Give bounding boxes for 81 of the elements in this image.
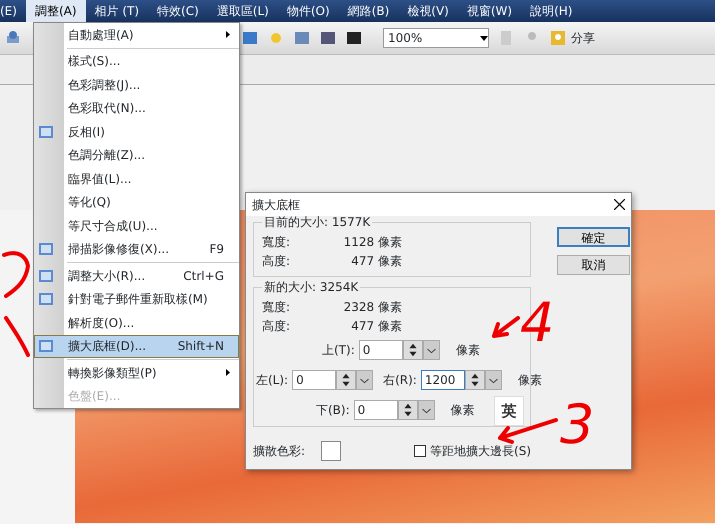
menu-item[interactable]: 等化(Q): [34, 190, 239, 214]
menu-item[interactable]: 掃描影像修復(X)... F9: [34, 238, 239, 261]
menu-item[interactable]: 轉換影像類型(P): [34, 361, 239, 384]
spinner-icon[interactable]: [464, 370, 485, 390]
menu-item[interactable]: 選取區(L): [208, 0, 278, 22]
field-label: 寬度:: [262, 298, 292, 316]
menu-item[interactable]: 針對電子郵件重新取樣(M): [34, 288, 239, 311]
menu-item[interactable]: 等尺寸合成(U)...: [34, 214, 239, 238]
menu-item[interactable]: 色彩取代(N)...: [34, 96, 239, 120]
arrow: [498, 418, 558, 444]
field-label: 擴散色彩:: [253, 443, 306, 460]
ime-indicator: 英: [494, 396, 524, 426]
menu-item[interactable]: 色彩調整(J)...: [34, 73, 239, 96]
arrow: [492, 316, 520, 338]
zoom-combo[interactable]: 100%: [383, 28, 489, 48]
shortcut-text: F9: [209, 241, 225, 258]
field-value: 477 像素: [350, 252, 402, 270]
field-value: 2328 像素: [342, 298, 402, 316]
submenu-arrow-icon: [226, 369, 230, 376]
image-icon: [38, 241, 54, 258]
spinner-icon[interactable]: [336, 370, 356, 390]
field-label: 高度:: [262, 318, 292, 334]
unit-label: 像素: [450, 402, 475, 418]
shortcut-text: Shift+N: [178, 338, 225, 356]
menu-item[interactable]: 視窗(W): [458, 0, 522, 22]
dialog-title: 擴大底框: [252, 196, 300, 214]
field-label: 右(R):: [383, 372, 417, 388]
menu-item[interactable]: (E): [0, 0, 26, 22]
field-label: 上(T):: [322, 342, 355, 358]
shortcut-text: Ctrl+G: [183, 268, 225, 285]
annotation-text: 3: [560, 398, 594, 452]
menu-item[interactable]: 網路(B): [338, 0, 398, 22]
menu-item[interactable]: 擴大底框(D)... Shift+N: [34, 334, 239, 358]
field-label: 左(L):: [256, 372, 288, 388]
menu-item[interactable]: 說明(H): [521, 0, 582, 22]
image-icon: [38, 268, 54, 284]
menu-item[interactable]: 臨界值(L)...: [34, 167, 239, 190]
dropdown-icon[interactable]: [418, 400, 435, 420]
input-field[interactable]: 1200: [420, 370, 465, 390]
color-swatch[interactable]: [321, 441, 342, 461]
scribble-mark: [2, 251, 30, 298]
scribble-mark: [4, 316, 30, 357]
field-label: 下(B):: [316, 402, 350, 418]
image-icon: [38, 338, 54, 354]
menu-item[interactable]: 物件(O): [278, 0, 339, 22]
spinner-icon[interactable]: [402, 340, 423, 360]
field-label: 寬度:: [262, 234, 292, 250]
input-field[interactable]: 0: [292, 370, 336, 390]
annotation-text: 4: [520, 296, 554, 350]
dropdown-icon[interactable]: [356, 370, 374, 390]
menu-item[interactable]: 特效(C): [148, 0, 208, 22]
unit-label: 像素: [518, 372, 542, 388]
menu-item[interactable]: 自動處理(A): [34, 23, 239, 46]
menu-item[interactable]: 樣式(S)...: [34, 50, 239, 73]
unit-label: 像素: [456, 342, 480, 358]
input-field[interactable]: 0: [354, 400, 398, 420]
field-value: 1128 像素: [342, 234, 402, 250]
menu-item[interactable]: 調整(A): [26, 0, 86, 22]
image-icon: [38, 124, 54, 140]
menu-item[interactable]: 相片 (T): [86, 0, 148, 22]
group-title: 新的大小: 3254K: [263, 281, 360, 293]
dropdown-icon[interactable]: [422, 340, 440, 360]
spinner-icon[interactable]: [398, 400, 418, 420]
input-field[interactable]: 0: [358, 340, 403, 360]
menu-item[interactable]: 調整大小(R)... Ctrl+G: [34, 264, 239, 288]
image-icon: [38, 291, 54, 308]
dialog-button[interactable]: 取消: [557, 255, 630, 275]
field-label: 高度:: [262, 252, 292, 270]
share-button[interactable]: 分享: [571, 29, 595, 47]
group-title: 目前的大小: 1577K: [263, 216, 372, 228]
menu-item[interactable]: 色調分離(Z)...: [34, 144, 239, 167]
dialog-button[interactable]: 確定: [557, 227, 630, 247]
dropdown-icon: [480, 36, 488, 40]
field-value: 477 像素: [350, 318, 402, 334]
dropdown-icon[interactable]: [484, 370, 502, 390]
menu-item[interactable]: 解析度(O)...: [34, 311, 239, 334]
menu-item[interactable]: 檢視(V): [398, 0, 458, 22]
submenu-arrow-icon: [226, 31, 230, 38]
checkbox[interactable]: 等距地擴大邊長(S): [414, 442, 531, 460]
menu-item[interactable]: 反相(I): [34, 120, 239, 144]
close-icon[interactable]: [614, 199, 625, 210]
